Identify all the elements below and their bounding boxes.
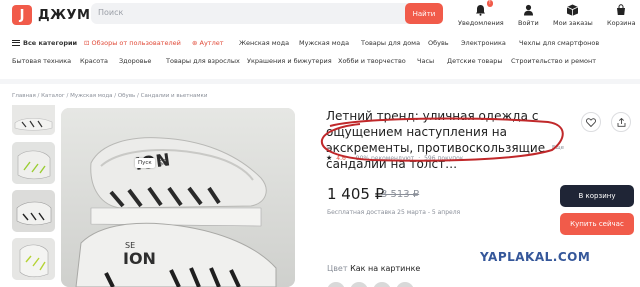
heart-icon <box>586 117 596 127</box>
category-shoes[interactable]: Обувь <box>428 39 449 47</box>
category-watches[interactable]: Часы <box>417 57 434 65</box>
my-orders-label: Мои заказы <box>553 19 593 27</box>
sandal-thumb-image <box>12 238 55 280</box>
color-value: Как на картинке <box>350 264 421 273</box>
rating-value[interactable]: 4.6 <box>336 155 346 162</box>
gallery-thumbnail[interactable] <box>12 238 55 280</box>
cart-header-button[interactable]: Корзина <box>607 3 636 27</box>
current-price: 1 405 ₽ <box>327 185 385 203</box>
rating-row: ★ 4.6 · 90% рекомендуют · 596 покупок <box>326 154 463 162</box>
orders-icon <box>566 3 580 16</box>
notification-badge: ! <box>486 0 493 7</box>
image-tooltip: Пуск <box>135 158 155 168</box>
watermark: YAPLAKAL.COM <box>480 250 591 264</box>
add-to-cart-button[interactable]: В корзину <box>560 185 634 207</box>
user-icon <box>521 3 535 16</box>
sandal-product-photo: ION SE ION SE <box>61 108 295 287</box>
delivery-info: Бесплатная доставка 25 марта - 5 апреля <box>327 209 461 216</box>
category-beauty[interactable]: Красота <box>80 57 108 65</box>
search-placeholder: Поиск <box>98 8 124 17</box>
category-health[interactable]: Здоровье <box>119 57 151 65</box>
svg-text:SE: SE <box>125 241 135 250</box>
section-divider <box>0 79 640 84</box>
svg-text:ION: ION <box>123 249 156 268</box>
my-orders-button[interactable]: Мои заказы <box>553 3 593 27</box>
logo[interactable]: J ДЖУМ <box>12 5 90 25</box>
color-label: Цвет <box>327 264 348 273</box>
category-kids[interactable]: Детские товары <box>447 57 503 65</box>
all-categories-label: Все категории <box>23 39 78 47</box>
title-more-link[interactable]: Еще <box>552 145 564 151</box>
color-swatch[interactable] <box>327 282 345 287</box>
color-selector: Цвет Как на картинке <box>327 264 420 273</box>
old-price: 3 513 ₽ <box>381 189 420 200</box>
login-button[interactable]: Войти <box>518 3 539 27</box>
category-outlet-label: Аутлет <box>199 39 224 47</box>
menu-icon <box>12 40 20 46</box>
category-electronics[interactable]: Электроника <box>461 39 506 47</box>
category-jewelry[interactable]: Украшения и бижутерия <box>247 57 332 65</box>
buy-now-button[interactable]: Купить сейчас <box>560 213 634 235</box>
rating-sep: · <box>418 154 421 162</box>
share-button[interactable] <box>611 112 631 132</box>
star-icon: ★ <box>326 154 333 162</box>
color-swatch[interactable] <box>373 282 391 287</box>
sandal-thumb-image <box>12 142 55 184</box>
sandal-thumb-image <box>12 105 55 135</box>
search-button[interactable]: Найти <box>405 3 443 24</box>
category-reviews-label: Обзоры от пользователей <box>91 39 181 47</box>
category-adult[interactable]: Товары для взрослых <box>166 57 240 65</box>
gallery-thumbnail[interactable] <box>12 142 55 184</box>
gallery-thumbnail[interactable] <box>12 190 55 232</box>
color-swatch[interactable] <box>396 282 414 287</box>
category-phone-cases[interactable]: Чехлы для смартфонов <box>519 39 599 47</box>
login-label: Войти <box>518 19 539 27</box>
color-swatch[interactable] <box>350 282 368 287</box>
logo-text: ДЖУМ <box>38 7 91 23</box>
rating-sep: · <box>349 154 352 162</box>
notifications-label: Уведомления <box>458 19 504 27</box>
gallery-thumbnail[interactable] <box>12 105 55 135</box>
category-home[interactable]: Товары для дома <box>361 39 420 47</box>
cart-icon <box>614 3 628 16</box>
purchases-count: 596 покупок <box>424 154 464 162</box>
favorite-button[interactable] <box>581 112 601 132</box>
category-womens[interactable]: Женская мода <box>239 39 289 47</box>
recommend-text: 90% рекомендуют <box>355 154 415 162</box>
logo-icon: J <box>12 5 32 25</box>
product-title: Летний тренд: уличная одежда с ощущением… <box>326 109 546 171</box>
sandal-thumb-image <box>12 190 55 232</box>
category-outlet[interactable]: ⊛ Аутлет <box>192 39 224 47</box>
category-construction[interactable]: Строительство и ремонт <box>511 57 596 65</box>
bell-icon: ! <box>474 0 493 16</box>
cart-label: Корзина <box>607 19 636 27</box>
category-reviews[interactable]: ⊡ Обзоры от пользователей <box>84 39 181 47</box>
category-appliances[interactable]: Бытовая техника <box>12 57 71 65</box>
category-hobby[interactable]: Хобби и творчество <box>338 57 406 65</box>
product-main-image[interactable]: ION SE ION SE <box>61 108 295 287</box>
notifications-button[interactable]: ! Уведомления <box>458 0 504 27</box>
all-categories-menu[interactable]: Все категории <box>12 39 77 47</box>
search-input[interactable]: Поиск <box>91 3 442 24</box>
share-icon <box>617 117 625 127</box>
category-mens[interactable]: Мужская мода <box>299 39 349 47</box>
breadcrumb[interactable]: Главная / Каталог / Мужская мода / Обувь… <box>12 93 207 99</box>
